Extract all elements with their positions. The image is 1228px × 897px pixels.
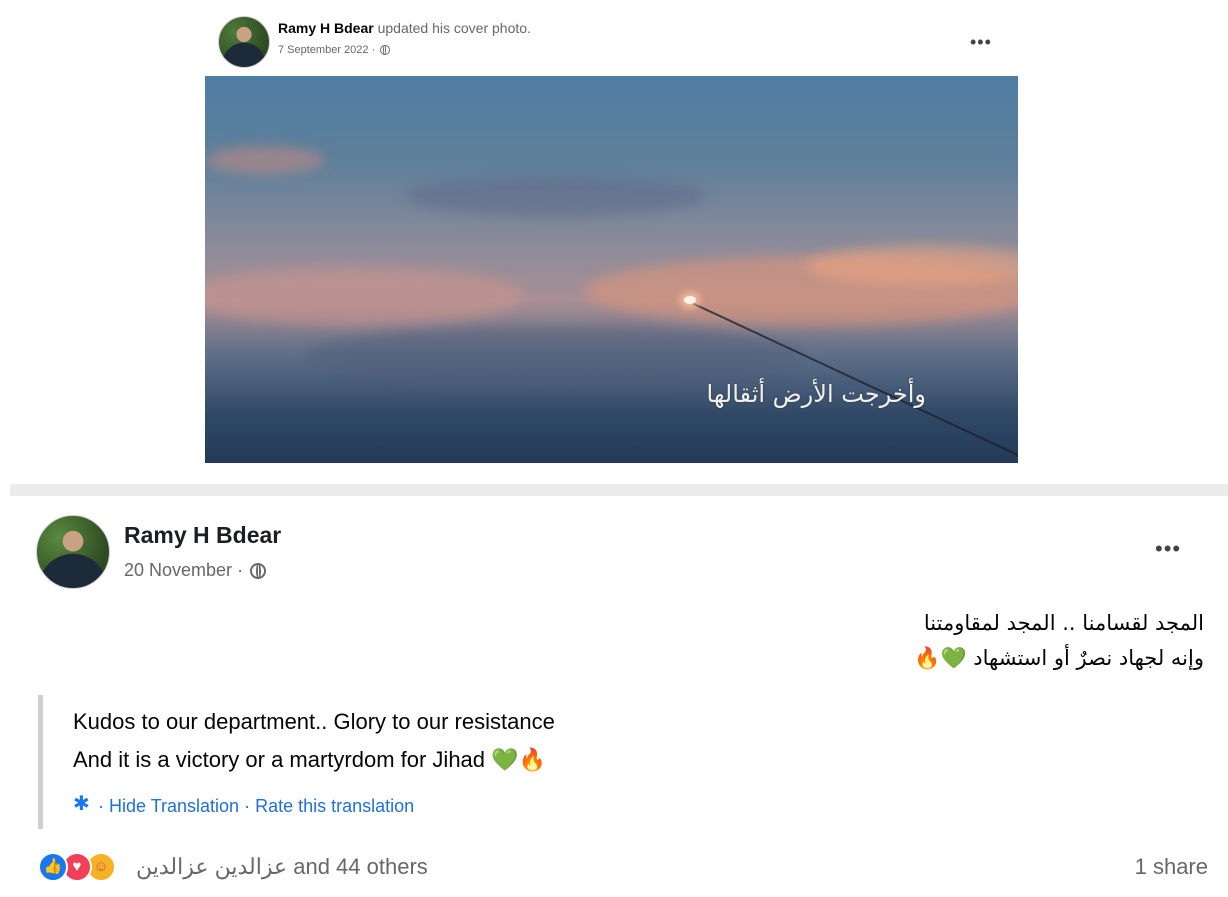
gear-icon[interactable]: ✱ — [73, 793, 90, 815]
cloud-shape — [305, 326, 805, 386]
avatar[interactable] — [218, 16, 270, 68]
globe-icon — [380, 45, 391, 55]
meta-separator: · — [237, 560, 249, 580]
separator-dot: · — [239, 796, 256, 816]
post1-title-line: Ramy H Bdear updated his cover photo. — [278, 20, 531, 36]
post-separator — [10, 484, 1228, 496]
hide-translation-link[interactable]: Hide Translation — [109, 796, 239, 816]
author-name-link[interactable]: Ramy H Bdear — [124, 522, 281, 549]
post2-meta: 20 November · — [124, 560, 267, 581]
more-options-icon[interactable]: ••• — [1155, 536, 1181, 562]
post-text-line: المجد لقسامنا .. المجد لمقاومتنا — [923, 611, 1204, 635]
separator-dot: · — [98, 796, 109, 816]
reactions-row: 👍 ♥ ☺ عزالدين عزالدين and 44 others 1 sh… — [38, 850, 1208, 886]
post-text: المجد لقسامنا .. المجد لمقاومتنا وإنه لج… — [604, 606, 1204, 676]
globe-icon — [250, 563, 267, 579]
cloud-shape — [205, 146, 325, 174]
rate-translation-link[interactable]: Rate this translation — [255, 796, 414, 816]
more-options-icon[interactable]: ••• — [970, 32, 992, 53]
like-icon[interactable]: 👍 — [38, 852, 68, 882]
translation-links: · Hide Translation · Rate this translati… — [98, 796, 414, 817]
translation-block: Kudos to our department.. Glory to our r… — [38, 695, 743, 829]
cover-photo[interactable]: وأخرجت الأرض أثقالها — [205, 76, 1018, 463]
photo-caption: وأخرجت الأرض أثقالها — [706, 380, 926, 408]
rocket-light — [684, 296, 696, 304]
post-action-text: updated his cover photo. — [377, 20, 531, 36]
post-date-link[interactable]: 20 November — [124, 560, 232, 580]
cloud-shape — [205, 266, 525, 326]
post1-meta: 7 September 2022 · — [278, 44, 391, 56]
post-date-link[interactable]: 7 September 2022 — [278, 44, 369, 56]
cloud-shape — [405, 176, 705, 216]
translation-line: Kudos to our department.. Glory to our r… — [73, 709, 555, 734]
author-name-link[interactable]: Ramy H Bdear — [278, 20, 374, 36]
reactors-link[interactable]: عزالدين عزالدين and 44 others — [136, 854, 428, 880]
shares-link[interactable]: 1 share — [1135, 854, 1208, 880]
post-text-line: وإنه لجهاد نصرٌ أو استشهاد 💚🔥 — [914, 646, 1204, 670]
avatar[interactable] — [36, 515, 110, 589]
translation-line: And it is a victory or a martyrdom for J… — [73, 747, 546, 772]
post1-header: Ramy H Bdear updated his cover photo. 7 … — [218, 14, 1018, 74]
meta-separator: · — [371, 44, 379, 56]
